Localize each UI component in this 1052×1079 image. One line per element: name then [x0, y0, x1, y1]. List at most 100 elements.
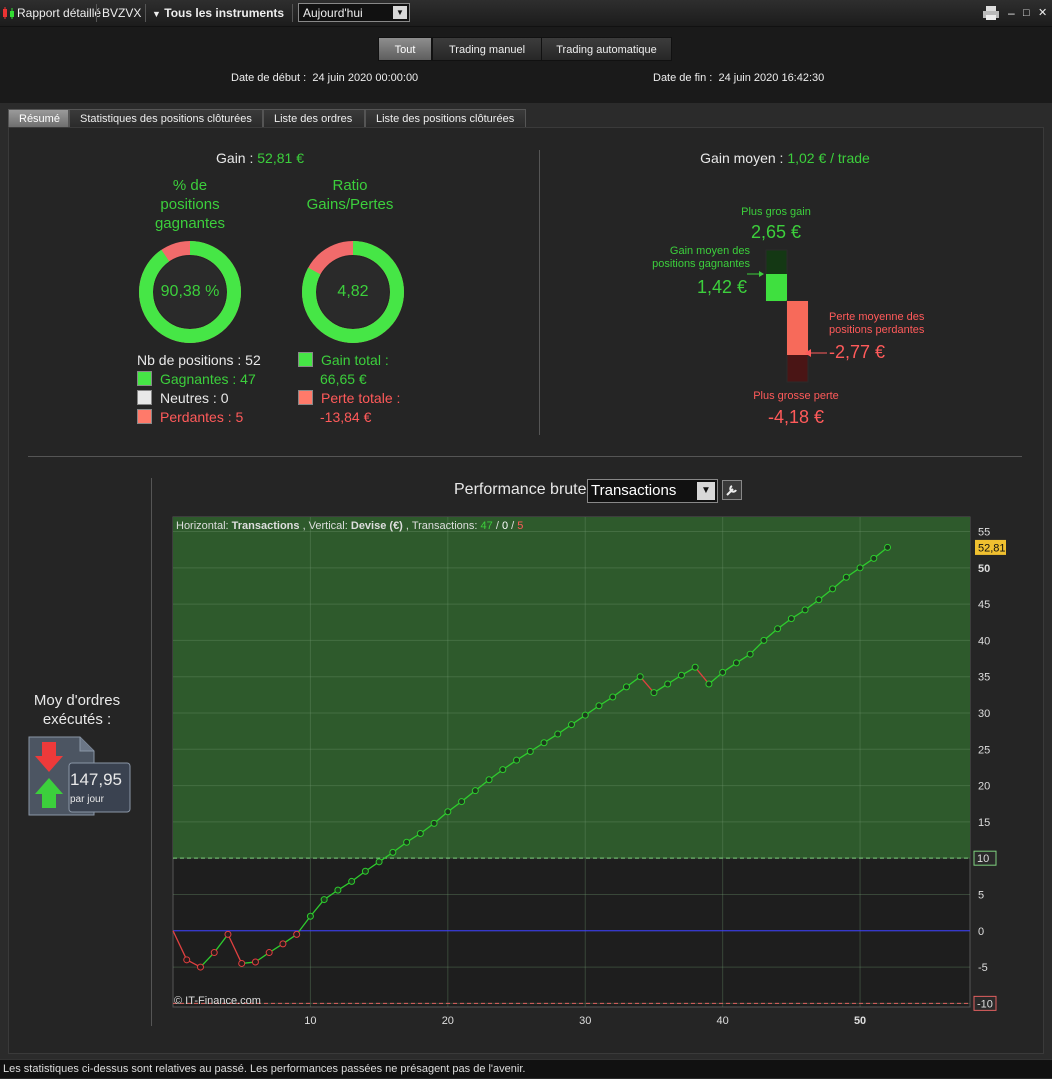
avg-gain-title: Gain moyen : 1,02 € / trade [700, 150, 870, 166]
data-point [458, 798, 466, 806]
y-axis-ticks: -5 0 5 15 20 25 30 35 40 45 50 55 [978, 527, 990, 975]
data-point [870, 554, 878, 562]
data-point [842, 573, 850, 581]
data-point [787, 615, 795, 623]
data-point [540, 739, 548, 747]
arrow-left-icon [805, 349, 827, 357]
y-tick-label: 35 [978, 672, 990, 684]
data-point [568, 721, 575, 729]
instruments-dropdown[interactable]: ▼ Tous les instruments [152, 0, 284, 26]
data-point [760, 636, 768, 644]
legend-neutral: Neutres : 0 [137, 389, 261, 408]
y-tick-label: 5 [978, 889, 984, 901]
data-point [183, 956, 191, 964]
gain-title: Gain : 52,81 € [216, 150, 304, 166]
positions-legend: Nb de positions : 52 Gagnantes : 47 Neut… [137, 351, 261, 427]
performance-chart[interactable]: -505152025303540455055 10 20 30 40 50 10-10 … [170, 515, 1020, 1030]
candlestick-icon [3, 7, 14, 19]
performance-label: Performance brute [454, 481, 587, 498]
avg-loss-label: Perte moyenne des positions perdantes [829, 311, 925, 336]
print-icon[interactable] [982, 5, 1000, 21]
avg-win-label: Gain moyen des positions gagnantes [652, 245, 750, 270]
gain-loss-bars [747, 249, 815, 383]
red-square-icon [298, 390, 313, 405]
divider [151, 478, 152, 1026]
data-point [293, 930, 301, 938]
divider [28, 456, 1022, 457]
y-tick-label: 20 [978, 781, 990, 793]
data-point [499, 766, 507, 774]
performance-select[interactable]: Transactions ▼ [587, 479, 718, 503]
end-date: Date de fin : 24 juin 2020 16:42:30 [653, 72, 825, 84]
chevron-down-icon: ▼ [393, 6, 407, 19]
y-tick-label: 50 [978, 563, 990, 575]
chevron-down-icon: ▼ [697, 482, 715, 500]
data-point [664, 680, 672, 688]
data-point [884, 543, 892, 551]
data-point [595, 702, 603, 710]
data-point [829, 585, 837, 593]
legend-total-gain: Gain total : [298, 351, 400, 370]
ratio-value: 4,82 [337, 283, 369, 300]
data-point [416, 830, 424, 838]
data-point [513, 756, 521, 764]
filter-manual-button[interactable]: Trading manuel [432, 37, 542, 61]
disclaimer-footer: Les statistiques ci-dessus sont relative… [0, 1059, 1052, 1078]
y-tick-label: 45 [978, 599, 990, 611]
data-point [430, 819, 438, 827]
tab-summary[interactable]: Résumé [8, 109, 69, 128]
filter-all-button[interactable]: Tout [378, 37, 432, 61]
y-tick-label: 15 [978, 817, 990, 829]
data-point [265, 949, 273, 957]
data-point [485, 776, 493, 784]
maximize-icon[interactable]: □ [1023, 0, 1030, 26]
x-axis-ticks: 10 20 30 40 50 [304, 1015, 866, 1027]
data-point [554, 730, 562, 738]
avg-win-bar [766, 274, 787, 301]
avg-loss-value: -2,77 € [829, 342, 886, 362]
max-gain-value: 2,65 € [750, 222, 802, 242]
x-tick-label: 20 [442, 1015, 454, 1027]
ratio-title: Ratio Gains/Pertes [306, 177, 394, 213]
filter-auto-button[interactable]: Trading automatique [541, 37, 672, 61]
x-tick-label: 30 [579, 1015, 591, 1027]
data-point [705, 680, 713, 688]
data-point [691, 663, 699, 671]
max-loss-label: Plus grosse perte [753, 390, 839, 402]
period-select[interactable]: Aujourd'hui ▼ [298, 3, 410, 22]
data-point [471, 787, 479, 795]
chart-copyright: © IT-Finance.com [174, 995, 261, 1007]
data-point [732, 659, 740, 667]
data-point [348, 877, 356, 885]
data-point [196, 963, 204, 971]
max-gain-label: Plus gros gain [741, 206, 811, 218]
winning-pct-value: 90,38 % [160, 283, 220, 300]
legend-losers: Perdantes : 5 [137, 408, 261, 427]
data-point [306, 912, 314, 920]
minimize-icon[interactable]: – [1008, 0, 1015, 26]
symbol-label[interactable]: BVZVX [102, 0, 141, 26]
chart-info: Horizontal: Transactions , Vertical: Dev… [176, 520, 523, 532]
data-point [677, 671, 685, 679]
red-square-icon [137, 409, 152, 424]
totals-legend: Gain total : 66,65 € Perte totale : -13,… [298, 351, 400, 427]
green-square-icon [298, 352, 313, 367]
data-point [581, 711, 589, 719]
max-loss-value: -4,18 € [767, 407, 825, 427]
wrench-icon[interactable] [722, 480, 742, 500]
x-tick-label: 40 [717, 1015, 729, 1027]
close-icon[interactable]: ✕ [1038, 0, 1047, 26]
tab-orders[interactable]: Liste des ordres [263, 109, 365, 128]
data-point [719, 668, 727, 676]
start-date: Date de début : 24 juin 2020 00:00:00 [231, 72, 419, 84]
data-point [856, 564, 864, 572]
data-point [210, 949, 218, 957]
green-square-icon [137, 371, 152, 386]
tab-closed-list[interactable]: Liste des positions clôturées [365, 109, 526, 128]
toolbar: Rapport détaillé BVZVX ▼ Tous les instru… [0, 0, 1052, 27]
orders-unit: par jour [70, 794, 104, 805]
caret-down-icon: ▼ [152, 9, 161, 19]
data-point [622, 683, 630, 691]
y-tick-label: 10 [977, 853, 989, 865]
tab-closed-stats[interactable]: Statistiques des positions clôturées [69, 109, 263, 128]
